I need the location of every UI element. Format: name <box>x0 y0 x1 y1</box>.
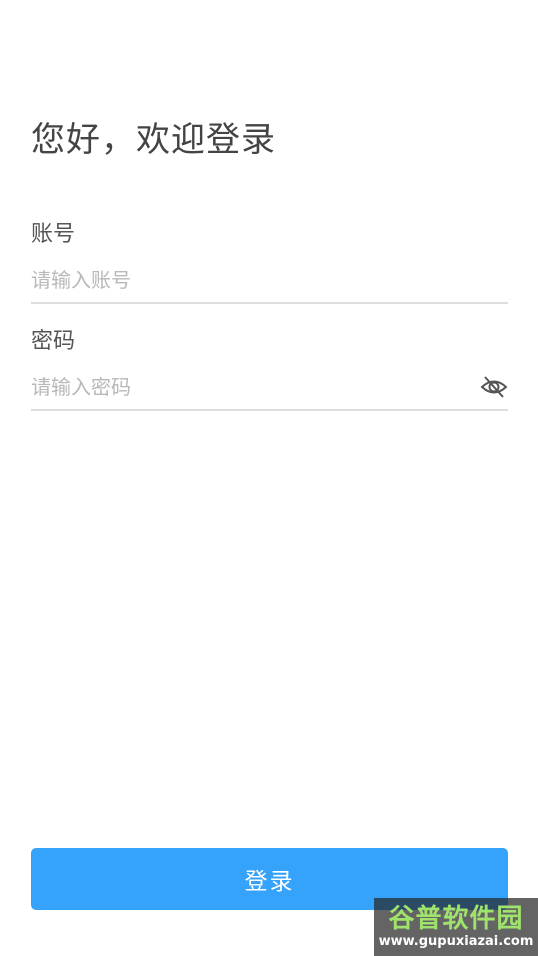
password-label: 密码 <box>31 329 76 354</box>
password-field <box>31 365 508 411</box>
watermark-url: www.gupuxiazai.com <box>378 934 534 949</box>
watermark-title: 谷普软件园 <box>388 904 524 934</box>
eye-off-icon[interactable] <box>480 374 508 400</box>
page-title: 您好，欢迎登录 <box>31 120 276 160</box>
account-label: 账号 <box>31 222 76 247</box>
password-input[interactable] <box>31 365 461 409</box>
account-field <box>31 258 508 304</box>
account-input[interactable] <box>31 258 508 302</box>
watermark: 谷普软件园 www.gupuxiazai.com <box>374 898 538 956</box>
